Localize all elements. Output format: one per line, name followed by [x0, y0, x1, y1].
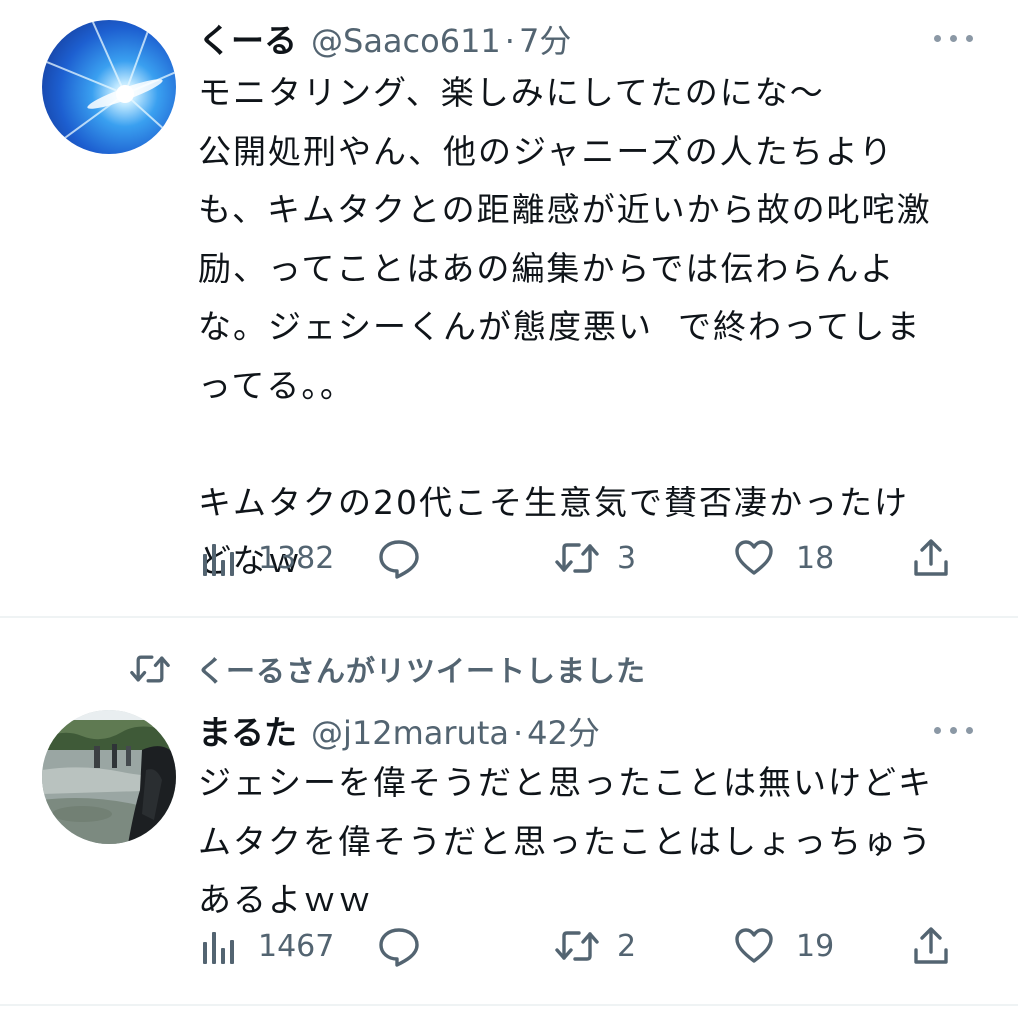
- views-count: 1382: [258, 540, 335, 576]
- user-handle[interactable]: @Saaco611: [311, 22, 501, 60]
- tweet[interactable]: くーるさんがリツイートしました まるた @j12maruta · 42分 ジェシ…: [0, 618, 1018, 1006]
- separator-dot: ·: [512, 714, 524, 752]
- views-button[interactable]: 1467: [200, 928, 334, 964]
- timestamp[interactable]: 7分: [519, 16, 571, 62]
- reply-icon: [379, 928, 419, 967]
- retweet-icon: [130, 655, 170, 683]
- views-chart-icon: [203, 544, 234, 576]
- share-icon: [914, 539, 948, 576]
- reply-button[interactable]: [378, 926, 420, 968]
- retweet-button[interactable]: 3: [555, 540, 636, 576]
- share-icon: [914, 927, 948, 964]
- timestamp[interactable]: 42分: [527, 708, 600, 754]
- retweet-icon: [555, 931, 599, 961]
- like-count: 18: [796, 540, 835, 576]
- retweet-button[interactable]: 2: [555, 928, 636, 964]
- share-button[interactable]: [912, 538, 950, 578]
- more-options-icon[interactable]: [934, 724, 974, 736]
- user-handle[interactable]: @j12maruta: [311, 714, 509, 752]
- tweet-divider: [0, 1004, 1018, 1006]
- retweet-count: 2: [617, 928, 637, 964]
- views-chart-icon: [203, 932, 234, 964]
- heart-icon: [735, 928, 773, 963]
- retweet-icon: [555, 543, 599, 573]
- retweet-banner-label: くーるさんがリツイートしました: [196, 654, 647, 688]
- avatar[interactable]: [42, 710, 176, 844]
- like-count: 19: [796, 928, 835, 964]
- tweet-text: ジェシーを偉そうだと思ったことは無いけどキ ムタクを偉そうだと思ったことはしょっ…: [198, 763, 933, 919]
- tweet[interactable]: くーる @Saaco611 · 7分 モニタリング、楽しみにしてたのにな～ 公開…: [0, 0, 1018, 616]
- like-button[interactable]: 18: [734, 540, 834, 576]
- views-count: 1467: [258, 928, 335, 964]
- separator-dot: ·: [504, 22, 515, 60]
- action-bar: 1382 3 18: [0, 536, 1018, 586]
- retweet-count: 3: [617, 540, 637, 576]
- display-name[interactable]: まるた: [198, 706, 297, 754]
- like-button[interactable]: 19: [734, 928, 834, 964]
- retweet-banner[interactable]: くーるさんがリツイートしました: [130, 648, 646, 690]
- views-button[interactable]: 1382: [200, 540, 334, 576]
- reply-button[interactable]: [378, 538, 420, 580]
- reply-icon: [379, 540, 419, 579]
- action-bar: 1467 2 19: [0, 924, 1018, 974]
- more-options-icon[interactable]: [934, 32, 974, 44]
- share-button[interactable]: [912, 926, 950, 966]
- avatar[interactable]: [42, 20, 176, 154]
- heart-icon: [735, 540, 773, 575]
- tweet-text: モニタリング、楽しみにしてたのにな～ 公開処刑やん、他のジャニーズの人たちより …: [198, 73, 932, 580]
- display-name[interactable]: くーる: [198, 14, 297, 62]
